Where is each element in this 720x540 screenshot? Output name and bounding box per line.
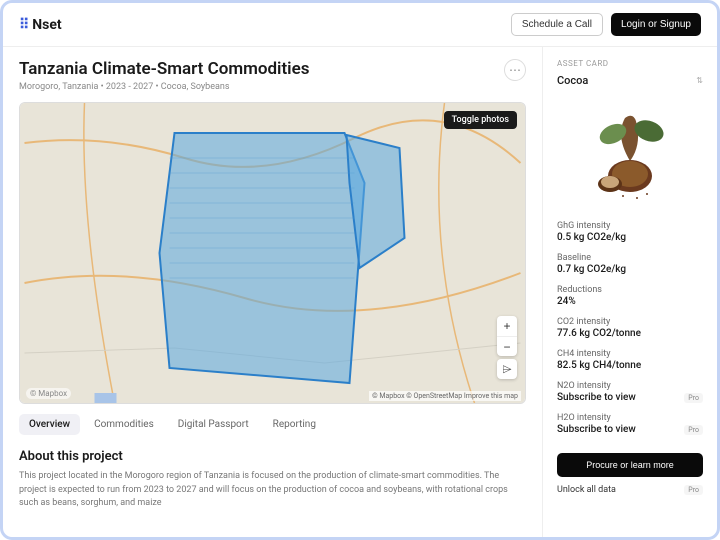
metric-h2o-locked: H2O intensity Subscribe to view Pro [557,413,703,435]
logo-icon: ⠿ [19,17,28,33]
project-subtitle: Morogoro, Tanzania • 2023 - 2027 • Cocoa… [19,82,309,92]
asset-card: ASSET CARD Cocoa ⇅ GhG intensity [542,47,717,537]
procure-button[interactable]: Procure or learn more [557,453,703,477]
metric-ghg: GhG intensity 0.5 kg CO2e/kg [557,221,703,243]
header: ⠿ Nset Schedule a Call Login or Signup [3,3,717,47]
tab-reporting[interactable]: Reporting [263,414,326,435]
tab-digital-passport[interactable]: Digital Passport [168,414,259,435]
brand-name: Nset [32,17,61,33]
metric-ch4: CH4 intensity 82.5 kg CH4/tonne [557,349,703,371]
chevron-updown-icon: ⇅ [696,76,703,85]
asset-image [557,101,703,211]
tab-commodities[interactable]: Commodities [84,414,164,435]
pro-badge: Pro [684,393,703,403]
pro-badge: Pro [684,425,703,435]
schedule-call-button[interactable]: Schedule a Call [511,13,603,36]
metric-baseline: Baseline 0.7 kg CO2e/kg [557,253,703,275]
about-body: This project located in the Morogoro reg… [19,470,526,511]
main-content: Tanzania Climate-Smart Commodities Morog… [3,47,542,537]
login-signup-button[interactable]: Login or Signup [611,13,701,36]
unlock-row[interactable]: Unlock all data Pro [557,485,703,495]
more-menu-button[interactable]: ⋯ [504,59,526,81]
toggle-photos-button[interactable]: Toggle photos [444,111,517,129]
map-container: Toggle photos + − ⌲ © Mapbox © Mapbox © … [19,102,526,404]
asset-name: Cocoa [557,74,588,87]
tabs: Overview Commodities Digital Passport Re… [19,414,526,435]
about-heading: About this project [19,449,526,464]
tab-overview[interactable]: Overview [19,414,80,435]
asset-select[interactable]: Cocoa ⇅ [557,74,703,95]
asset-card-label: ASSET CARD [557,59,703,68]
pro-badge: Pro [684,485,703,495]
brand-logo: ⠿ Nset [19,17,62,33]
map-attribution: © Mapbox © OpenStreetMap Improve this ma… [369,391,521,401]
project-title: Tanzania Climate-Smart Commodities [19,59,309,79]
zoom-in-button[interactable]: + [497,316,517,336]
metric-reductions: Reductions 24% [557,285,703,307]
metric-co2: CO2 intensity 77.6 kg CO2/tonne [557,317,703,339]
zoom-out-button[interactable]: − [497,336,517,356]
metric-n2o-locked: N2O intensity Subscribe to view Pro [557,381,703,403]
compass-button[interactable]: ⌲ [497,359,517,379]
mapbox-logo: © Mapbox [26,388,71,399]
map[interactable] [20,103,525,403]
